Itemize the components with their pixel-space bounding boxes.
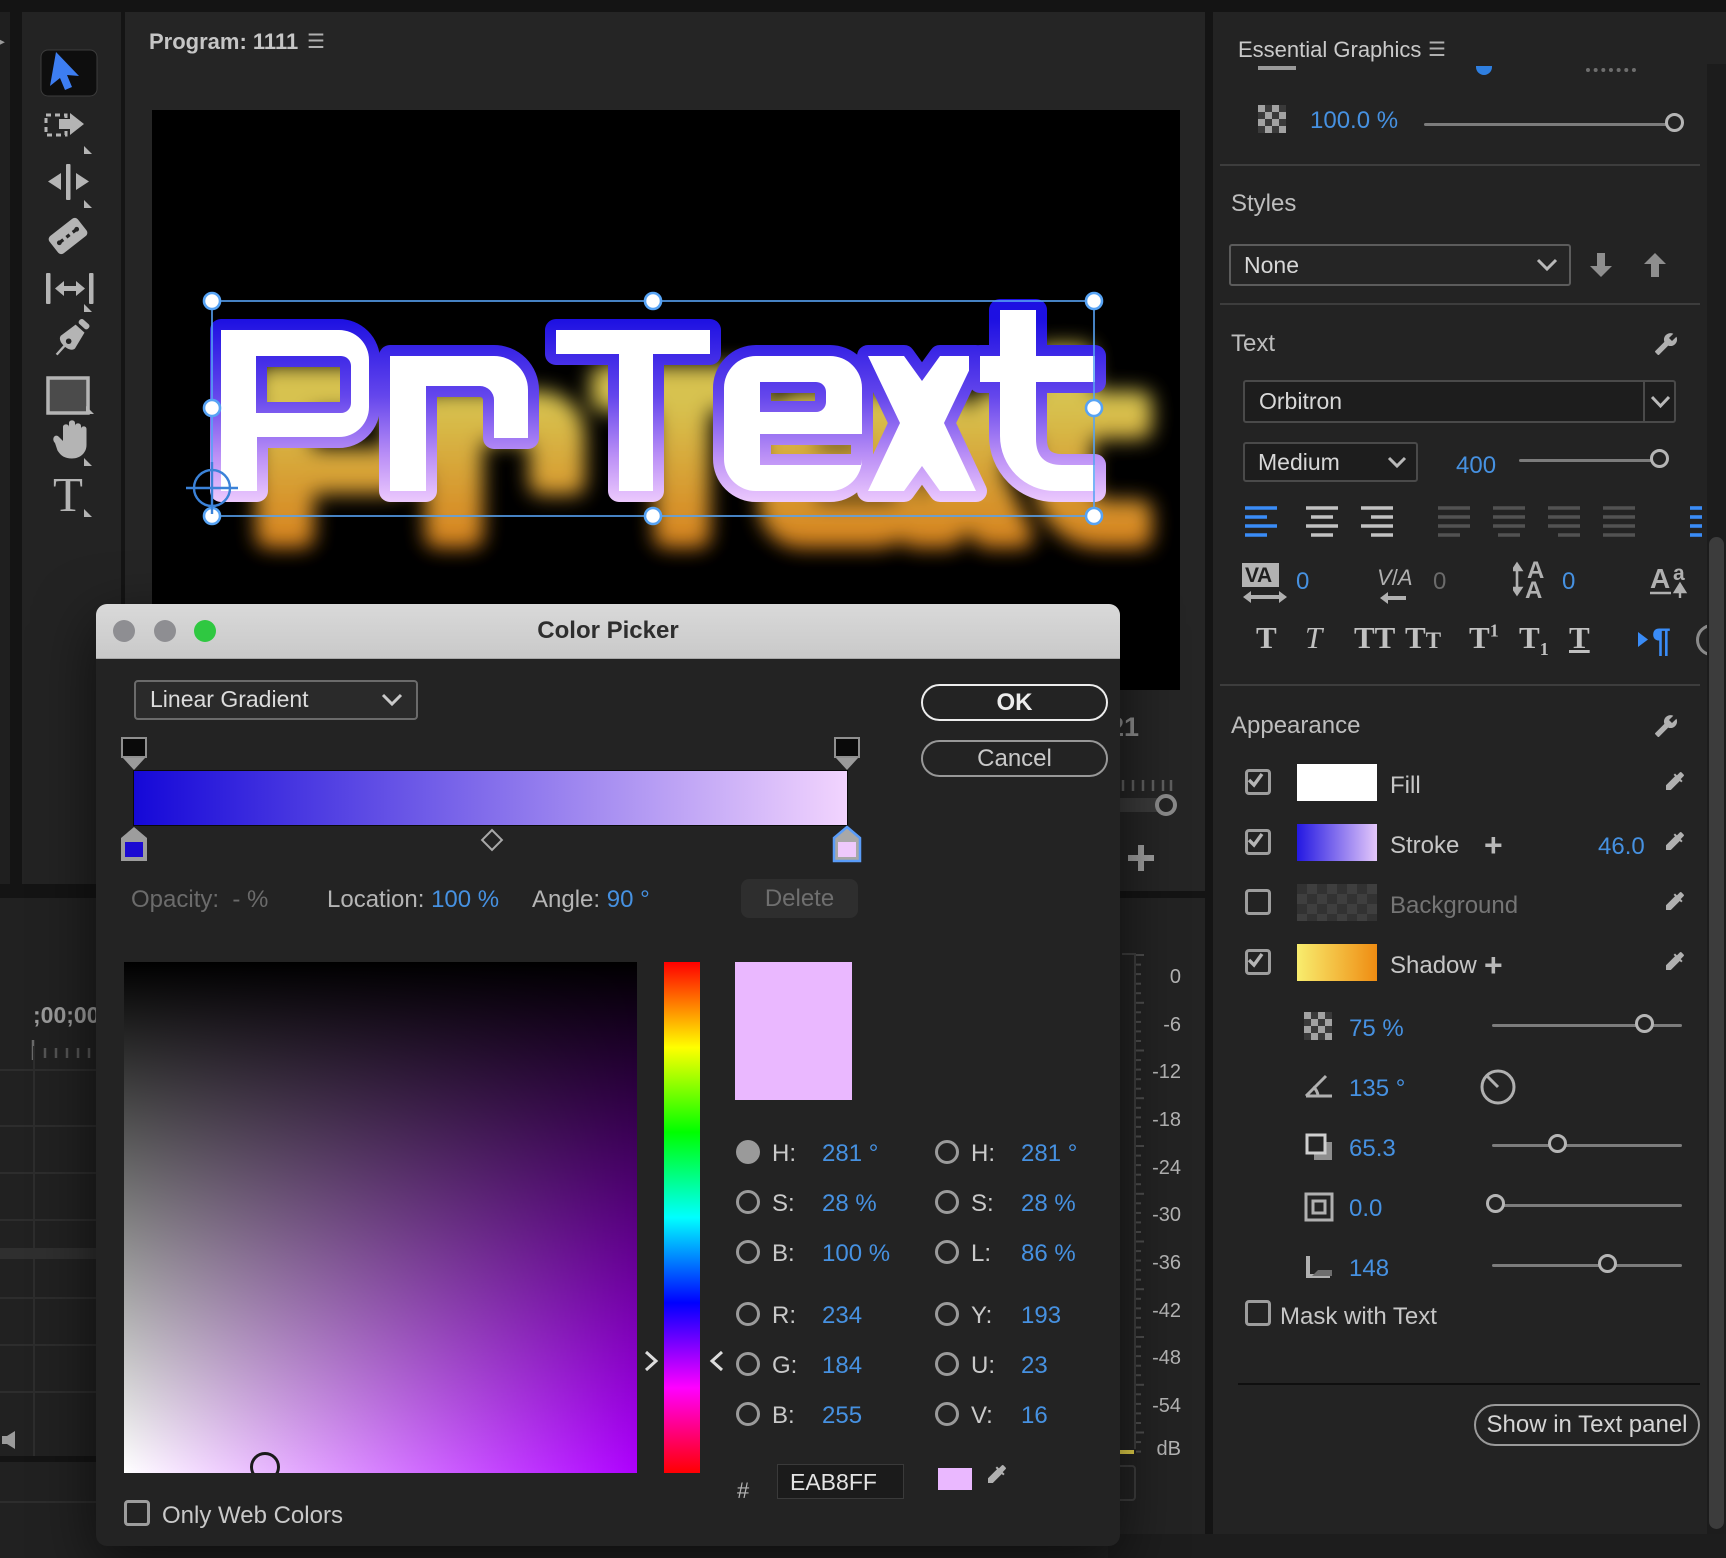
svg-text:T: T xyxy=(53,467,83,522)
svg-text:a: a xyxy=(1673,562,1685,585)
svg-text:¶: ¶ xyxy=(1652,624,1671,656)
svg-text:A: A xyxy=(1650,563,1670,594)
svg-text:A: A xyxy=(1525,577,1542,600)
